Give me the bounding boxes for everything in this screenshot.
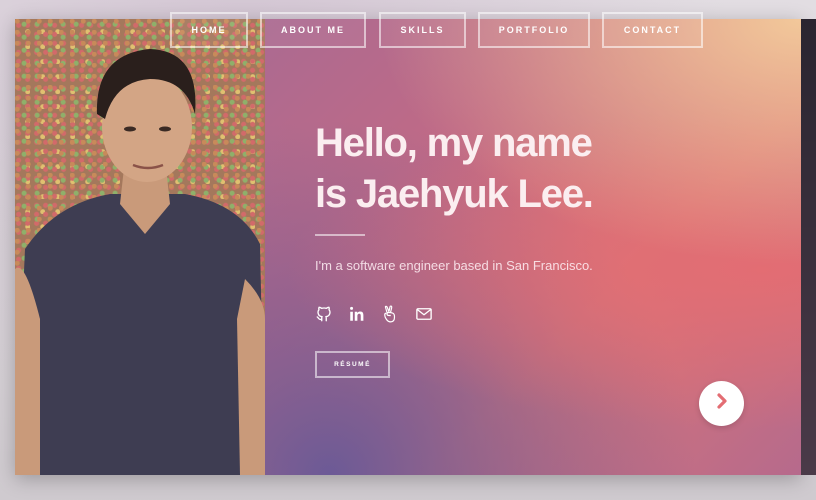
linkedin-icon[interactable] bbox=[348, 305, 366, 323]
nav-about-button[interactable]: ABOUT ME bbox=[260, 12, 366, 48]
profile-photo bbox=[15, 19, 265, 475]
angellist-icon[interactable] bbox=[381, 305, 399, 323]
hero-headline: Hello, my name is Jaehyuk Lee. bbox=[315, 118, 594, 220]
nav-skills-button[interactable]: SKILLS bbox=[379, 12, 466, 48]
headline-line-1: Hello, my name bbox=[315, 121, 593, 165]
chevron-right-icon bbox=[714, 393, 730, 414]
headline-line-2: is Jaehyuk Lee. bbox=[315, 172, 594, 216]
adjacent-slide-edge bbox=[801, 19, 816, 475]
github-icon[interactable] bbox=[315, 305, 333, 323]
top-navigation: HOME ABOUT ME SKILLS PORTFOLIO CONTACT bbox=[0, 12, 816, 50]
headline-divider bbox=[315, 234, 365, 236]
nav-home-button[interactable]: HOME bbox=[170, 12, 248, 48]
email-icon[interactable] bbox=[415, 305, 433, 323]
hero-card bbox=[15, 19, 801, 475]
resume-button[interactable]: RÉSUMÉ bbox=[315, 351, 390, 378]
nav-contact-button[interactable]: CONTACT bbox=[602, 12, 703, 48]
next-slide-button[interactable] bbox=[699, 381, 744, 426]
hero-subtitle: I'm a software engineer based in San Fra… bbox=[315, 258, 593, 273]
nav-portfolio-button[interactable]: PORTFOLIO bbox=[478, 12, 590, 48]
